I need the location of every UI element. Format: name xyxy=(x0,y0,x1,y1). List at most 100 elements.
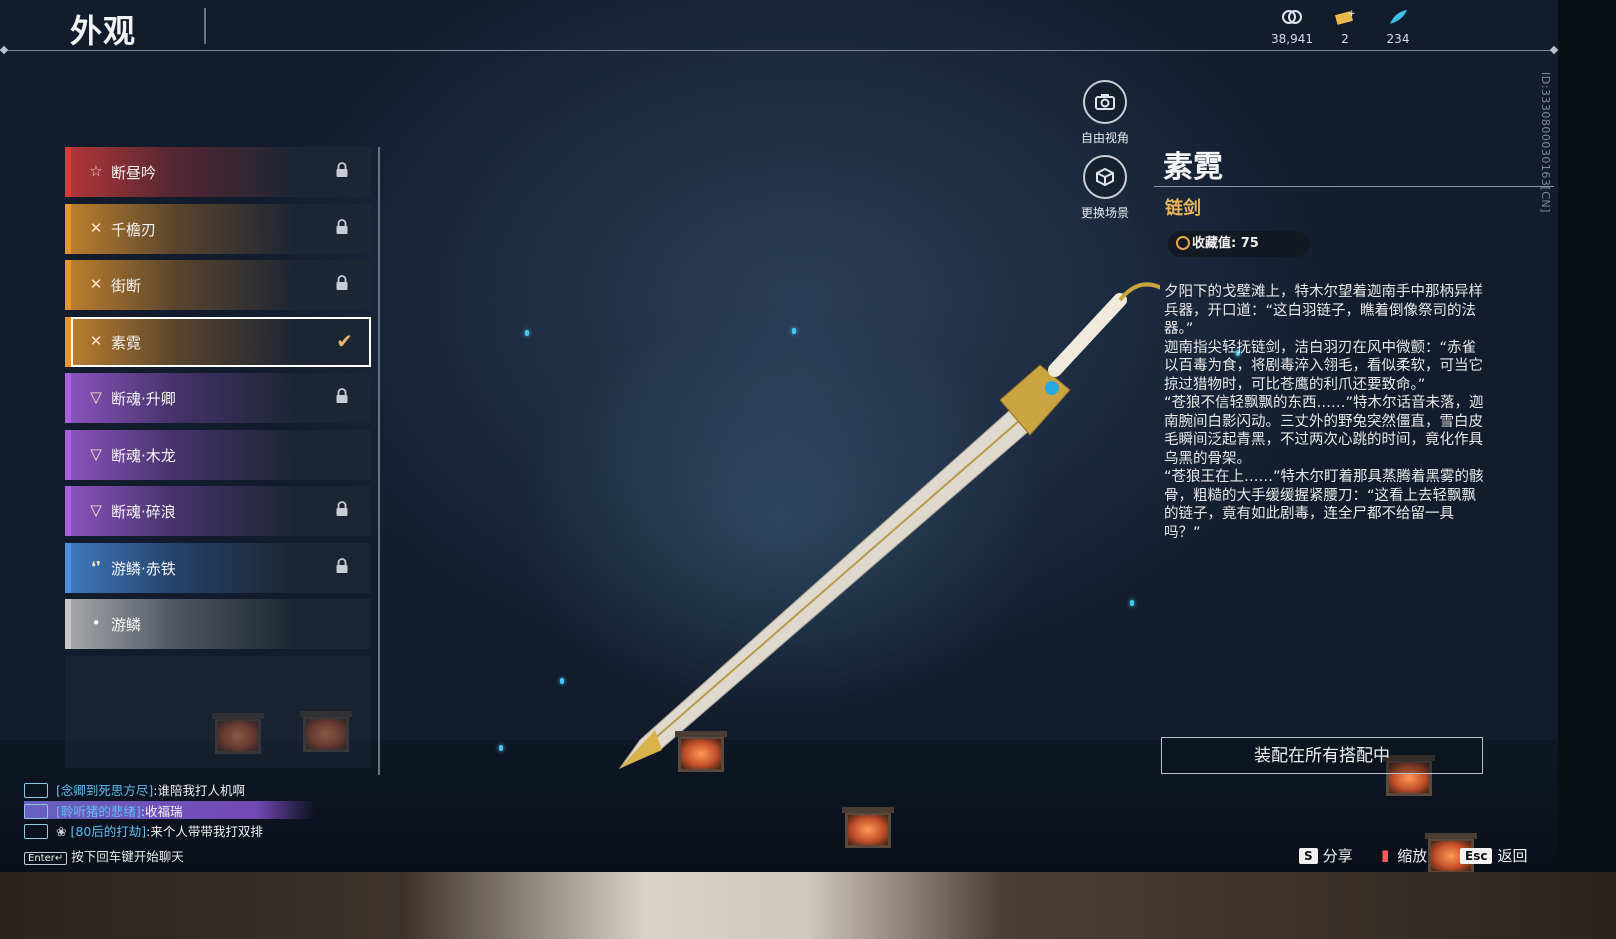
skin-item-label: 街断 xyxy=(111,277,142,295)
fin-icon: ❛❜ xyxy=(91,558,101,576)
equip-all-button[interactable]: 装配在所有搭配中 xyxy=(1161,737,1483,774)
cube-icon xyxy=(1083,155,1127,199)
currency-tickets[interactable]: + 2 xyxy=(1315,8,1375,46)
free-view-button[interactable]: 自由视角 xyxy=(1070,80,1140,146)
chat-message: ❀ [80后的打劫]:来个人带带我打双排 xyxy=(24,821,263,839)
wing-icon: ▽ xyxy=(90,445,102,463)
coin-stack-icon xyxy=(1262,8,1322,28)
spark xyxy=(525,330,529,336)
skin-item-label: 游鳞 xyxy=(111,616,142,634)
currency-value: 234 xyxy=(1386,32,1410,46)
back-label: 返回 xyxy=(1497,847,1528,865)
free-view-label: 自由视角 xyxy=(1080,131,1129,145)
mouse-wheel-icon: ▮ xyxy=(1381,846,1390,864)
chat-sender[interactable]: [念卿到死思方尽] xyxy=(56,783,153,798)
enter-key-icon: Enter↵ xyxy=(24,852,68,865)
share-hint[interactable]: S 分享 xyxy=(1299,845,1353,866)
currency-value: 2 xyxy=(1341,32,1349,46)
zoom-label: 缩放 xyxy=(1397,847,1428,865)
chat-hint[interactable]: Enter↵ 按下回车键开始聊天 xyxy=(24,846,184,865)
page-title: 外观 xyxy=(70,12,137,50)
skin-description: 夕阳下的戈壁滩上，特木尔望着迦南手中那柄异样兵器，开口道：“这白羽链子，瞧着倒像… xyxy=(1164,283,1489,542)
chat-message: [聆听猪的悲绪]:收福瑞 xyxy=(24,801,314,819)
edge-strip xyxy=(1558,0,1616,872)
camera-icon xyxy=(1083,80,1127,124)
lock-icon xyxy=(335,501,349,519)
chat-hint-text: 按下回车键开始聊天 xyxy=(71,849,184,864)
empty-slot xyxy=(65,712,371,768)
description-paragraph: “苍狼不信轻飘飘的东西……”特木尔话音未落，迦南腕间白影闪动。三丈外的野兔突然僵… xyxy=(1164,395,1484,467)
spark xyxy=(560,678,564,684)
list-scrollbar[interactable] xyxy=(378,147,380,775)
feather-icon xyxy=(1368,8,1428,28)
skin-item-label: 断魂·升卿 xyxy=(111,390,176,408)
skin-item[interactable]: ✕ 千檐刃 xyxy=(65,204,371,254)
collection-icon xyxy=(1176,236,1190,250)
top-bar: 外观 38,941 + 2 234 xyxy=(0,0,1558,52)
check-icon: ✔ xyxy=(336,329,353,353)
s-key-icon: S xyxy=(1299,848,1318,864)
skin-item-label: 千檐刃 xyxy=(111,221,157,239)
chat-message: [念卿到死思方尽]:谁陪我打人机啊 xyxy=(24,780,245,798)
chat-text: :来个人带带我打双排 xyxy=(146,824,263,839)
skin-item[interactable]: ✕ 街断 xyxy=(65,260,371,310)
esc-key-icon: Esc xyxy=(1460,848,1493,864)
webcam-strip xyxy=(0,872,1616,939)
weapon-type: 链剑 xyxy=(1165,198,1201,219)
description-paragraph: 迦南指尖轻抚链剑，洁白羽刃在风中微颤：“赤雀以百毒为食，将剧毒淬入翎毛，看似柔软… xyxy=(1164,339,1483,393)
skin-item-label: 断魂·木龙 xyxy=(111,447,176,465)
lock-icon xyxy=(335,219,349,237)
zoom-hint[interactable]: ▮ 缩放 xyxy=(1378,845,1427,866)
share-label: 分享 xyxy=(1322,847,1353,865)
title-divider xyxy=(204,8,206,44)
currency-coins[interactable]: 38,941 xyxy=(1262,8,1322,46)
skin-item[interactable]: • 游鳞 xyxy=(65,599,371,649)
chat-text: :谁陪我打人机啊 xyxy=(153,783,245,798)
x-blades-icon: ✕ xyxy=(89,219,103,237)
skin-item-label: 游鳞·赤铁 xyxy=(111,560,176,578)
change-scene-button[interactable]: 更换场景 xyxy=(1070,155,1140,221)
skin-name: 素霓 xyxy=(1163,150,1223,185)
skin-item[interactable]: ▽ 断魂·碎浪 xyxy=(65,486,371,536)
currency-feathers[interactable]: 234 xyxy=(1368,8,1428,46)
chat-channel-icon xyxy=(24,783,48,798)
lantern xyxy=(842,807,894,848)
description-paragraph: “苍狼王在上……”特木尔盯着那具蒸腾着黑雾的骸骨，粗糙的大手缓缓握紧腰刀：“这看… xyxy=(1164,469,1484,541)
skin-item[interactable]: ✕ 素霓 ✔ xyxy=(65,317,371,367)
back-hint[interactable]: Esc 返回 xyxy=(1460,845,1527,866)
lock-icon xyxy=(335,388,349,406)
lock-icon xyxy=(335,275,349,293)
skin-item-label: 断昼吟 xyxy=(111,164,157,182)
change-scene-label: 更换场景 xyxy=(1080,206,1129,220)
collection-value: 收藏值: 75 xyxy=(1192,236,1259,251)
chat-sender[interactable]: [聆听猪的悲绪] xyxy=(56,804,141,819)
lock-icon xyxy=(335,558,349,576)
chat-sender[interactable]: [80后的打劫] xyxy=(70,824,146,839)
chat-channel-icon xyxy=(24,824,48,839)
description-paragraph: 夕阳下的戈壁滩上，特木尔望着迦南手中那柄异样兵器，开口道：“这白羽链子，瞧着倒像… xyxy=(1164,284,1483,337)
svg-text:+: + xyxy=(1348,9,1356,19)
sword-model[interactable] xyxy=(600,260,1160,780)
name-divider xyxy=(1154,186,1554,187)
header-divider xyxy=(4,50,1554,51)
drop-icon: • xyxy=(91,614,101,632)
spark xyxy=(499,745,503,751)
skin-item[interactable]: ▽ 断魂·木龙 xyxy=(65,430,371,480)
x-blades-icon: ✕ xyxy=(89,275,103,293)
lock-icon xyxy=(335,162,349,180)
ticket-icon: + xyxy=(1315,8,1375,28)
wing-icon: ▽ xyxy=(90,388,102,406)
wing-icon: ▽ xyxy=(90,501,102,519)
skin-item[interactable]: ☆ 断昼吟 xyxy=(65,147,371,197)
x-blades-icon: ✕ xyxy=(89,332,103,350)
lotus-icon: ❀ xyxy=(56,824,67,839)
chat-channel-icon xyxy=(24,804,48,819)
star-icon: ☆ xyxy=(89,162,103,180)
skin-item[interactable]: ❛❜ 游鳞·赤铁 xyxy=(65,543,371,593)
empty-slot xyxy=(65,656,371,712)
currency-value: 38,941 xyxy=(1271,32,1313,46)
collection-badge: 收藏值: 75 xyxy=(1168,231,1310,257)
skin-item[interactable]: ▽ 断魂·升卿 xyxy=(65,373,371,423)
chat-text: :收福瑞 xyxy=(140,804,183,819)
skin-item-label: 素霓 xyxy=(111,334,142,352)
